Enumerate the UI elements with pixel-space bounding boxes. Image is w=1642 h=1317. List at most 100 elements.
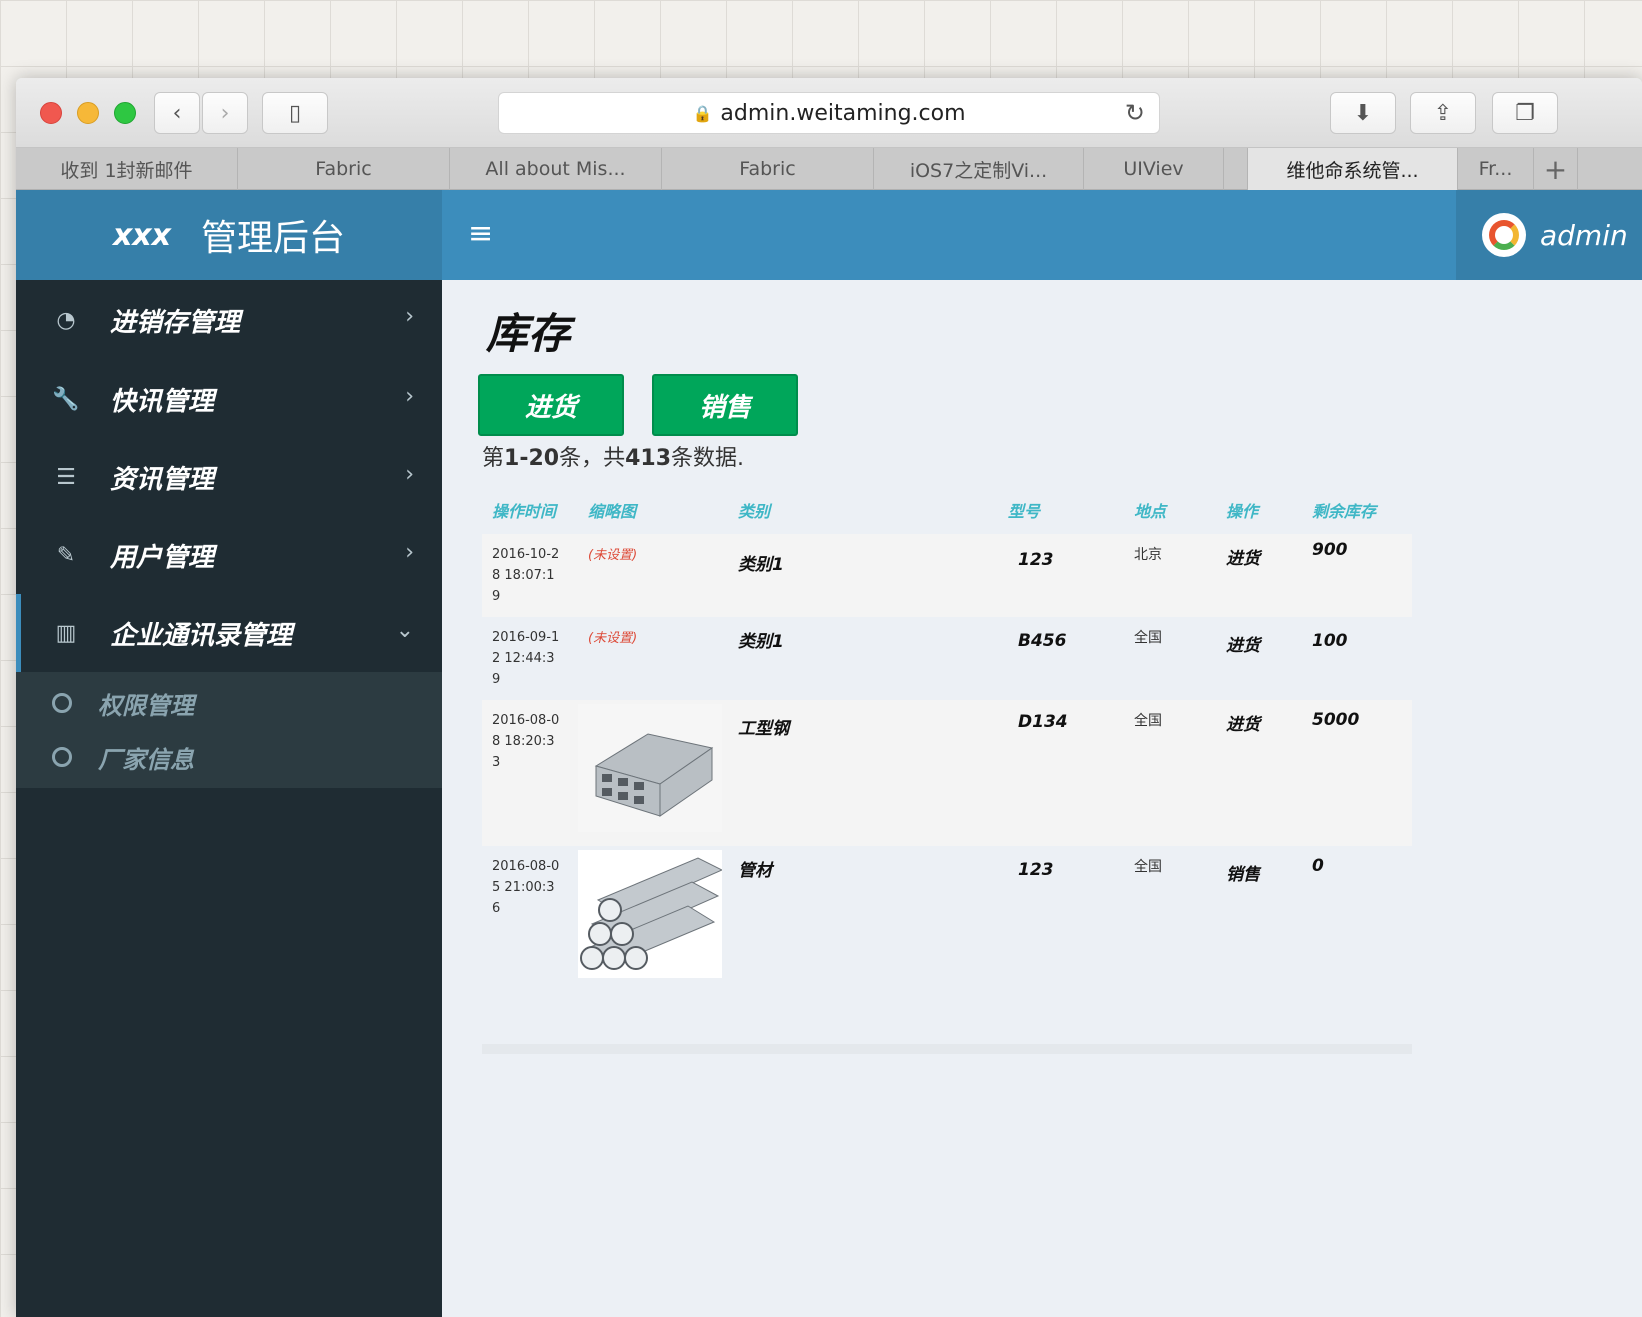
logo-short: xxx [112, 217, 172, 253]
col-stock[interactable]: 剩余库存 [1302, 486, 1412, 534]
browser-tab[interactable]: Fabric [662, 148, 874, 190]
sidebar-item[interactable]: 🔧 快讯管理 › [16, 360, 442, 438]
col-location[interactable]: 地点 [1124, 486, 1216, 534]
circle-icon [52, 747, 72, 767]
downloads-button[interactable]: ⬇ [1330, 92, 1396, 134]
minimize-window-button[interactable] [77, 102, 99, 124]
bar-chart-icon: ▥ [55, 620, 77, 646]
sidebar-item[interactable]: ☰ 资讯管理 › [16, 438, 442, 516]
row-model: D134 [1018, 712, 1068, 732]
user-menu[interactable]: admin [1456, 190, 1642, 280]
reload-icon[interactable]: ↻ [1125, 99, 1145, 127]
row-location: 全国 [1134, 713, 1162, 729]
chevron-right-icon: › [220, 100, 230, 126]
submenu-item-label: 权限管理 [98, 691, 194, 720]
purchase-button[interactable]: 进货 [478, 374, 624, 436]
share-icon: ⇪ [1433, 100, 1453, 126]
url-text: admin.weitaming.com [720, 100, 966, 126]
table-row: 2016-09-12 12:44:39 (未设置) 类别1 B456 全国 进货… [482, 617, 1412, 700]
sidebar-item[interactable]: ✎ 用户管理 › [16, 516, 442, 594]
address-bar[interactable]: 🔒 admin.weitaming.com ↻ [498, 92, 1160, 134]
main-content: 库存 进货 销售 第1-20条，共413条数据. 操作时间 缩略图 类别 型号 … [442, 280, 1642, 1317]
sell-button[interactable]: 销售 [652, 374, 798, 436]
sidebar-item-label: 企业通讯录管理 [110, 620, 293, 651]
row-category: 类别1 [738, 555, 784, 575]
col-model[interactable]: 型号 [998, 486, 1124, 534]
new-tab-button[interactable]: + [1534, 148, 1578, 190]
logo-long: 管理后台 [201, 218, 346, 259]
chevron-left-icon: ‹ [172, 100, 182, 126]
lock-icon: 🔒 [692, 103, 713, 123]
row-action: 销售 [1226, 865, 1260, 885]
row-action: 进货 [1226, 636, 1260, 656]
share-button[interactable]: ⇪ [1410, 92, 1476, 134]
browser-tab[interactable]: Fr... [1458, 148, 1534, 190]
page-title: 库存 [486, 309, 571, 358]
row-stock: 5000 [1312, 710, 1360, 730]
col-thumb[interactable]: 缩略图 [578, 486, 728, 534]
table-row: 2016-10-28 18:07:19 (未设置) 类别1 123 北京 进货 … [482, 534, 1412, 617]
username: admin [1540, 218, 1628, 252]
sidebar-toggle-button[interactable]: ▯ [262, 92, 328, 134]
sidebar-icon: ▯ [288, 100, 302, 126]
steel-beam-thumbnail[interactable] [578, 704, 722, 832]
submenu: 权限管理 厂家信息 [16, 672, 442, 788]
submenu-item[interactable]: 权限管理 [16, 676, 442, 730]
browser-tab[interactable]: All about Mis... [450, 148, 662, 190]
forward-button[interactable]: › [202, 92, 248, 134]
row-model: B456 [1018, 631, 1067, 651]
close-window-button[interactable] [40, 102, 62, 124]
row-model: 123 [1018, 860, 1054, 880]
sidebar-item[interactable]: ◔ 进销存管理 › [16, 280, 442, 360]
list-icon: ☰ [56, 464, 76, 490]
row-category: 工型钢 [738, 719, 789, 739]
logo[interactable]: xxx 管理后台 [16, 190, 442, 280]
col-time[interactable]: 操作时间 [482, 486, 578, 534]
row-action: 进货 [1226, 549, 1260, 569]
row-category: 类别1 [738, 632, 784, 652]
steel-pipe-thumbnail[interactable] [578, 850, 722, 978]
submenu-item[interactable]: 厂家信息 [16, 730, 442, 784]
browser-tab[interactable]: 维他命系统管... [1248, 148, 1458, 190]
sidebar: ◔ 进销存管理 › 🔧 快讯管理 › ☰ 资讯管理 › ✎ 用户管理 › ▥ 企业通讯录管理 ⌄ 权限管理厂… [16, 280, 442, 1317]
table-row: 2016-08-08 18:20:33 工型钢 D134 全国 进货 5000 [482, 700, 1412, 846]
wrench-icon: 🔧 [52, 386, 80, 412]
edit-icon: ✎ [56, 542, 76, 568]
sidebar-item-label: 快讯管理 [110, 386, 215, 417]
browser-tab[interactable]: UIViev [1084, 148, 1224, 190]
tabs-overview-button[interactable]: ❐ [1492, 92, 1558, 134]
sidebar-item-label: 用户管理 [110, 542, 215, 573]
row-time: 2016-08-08 18:20:33 [492, 713, 560, 770]
back-button[interactable]: ‹ [154, 92, 200, 134]
chevron-right-icon: › [405, 304, 414, 329]
browser-tab[interactable]: Fabric [238, 148, 450, 190]
dashboard-icon: ◔ [56, 307, 76, 333]
row-location: 全国 [1134, 630, 1162, 646]
row-time: 2016-10-28 18:07:19 [492, 547, 560, 604]
sidebar-item-label: 进销存管理 [110, 307, 241, 338]
browser-tab[interactable]: 收到 1封新邮件 [16, 148, 238, 190]
row-time: 2016-09-12 12:44:39 [492, 630, 560, 687]
sidebar-item-label: 资讯管理 [110, 464, 215, 495]
chevron-right-icon: › [405, 540, 414, 565]
app-header: xxx 管理后台 ≡ admin [16, 190, 1642, 280]
browser-toolbar: ‹ › ▯ 🔒 admin.weitaming.com ↻ ⬇ ⇪ ❐ [16, 78, 1642, 148]
row-location: 北京 [1134, 547, 1162, 563]
inventory-table: 操作时间 缩略图 类别 型号 地点 操作 剩余库存 2016-10-28 18:… [482, 486, 1412, 986]
col-action[interactable]: 操作 [1216, 486, 1302, 534]
browser-tab[interactable]: iOS7之定制Vi... [874, 148, 1084, 190]
table-footer-bar [482, 1044, 1412, 1054]
chevron-down-icon: ⌄ [395, 618, 414, 643]
row-time: 2016-08-05 21:00:36 [492, 859, 560, 916]
zoom-window-button[interactable] [114, 102, 136, 124]
chevron-right-icon: › [405, 384, 414, 409]
submenu-item-label: 厂家信息 [98, 745, 194, 774]
browser-tab[interactable] [1224, 148, 1248, 190]
col-category[interactable]: 类别 [728, 486, 998, 534]
sidebar-item[interactable]: ▥ 企业通讯录管理 ⌄ [16, 594, 442, 672]
hamburger-menu-icon[interactable]: ≡ [468, 216, 493, 251]
table-header-row: 操作时间 缩略图 类别 型号 地点 操作 剩余库存 [482, 486, 1412, 534]
browser-window: ‹ › ▯ 🔒 admin.weitaming.com ↻ ⬇ ⇪ ❐ 收到 1… [16, 78, 1642, 1317]
row-model: 123 [1018, 550, 1054, 570]
summary-text: 第1-20条，共413条数据. [482, 446, 745, 471]
